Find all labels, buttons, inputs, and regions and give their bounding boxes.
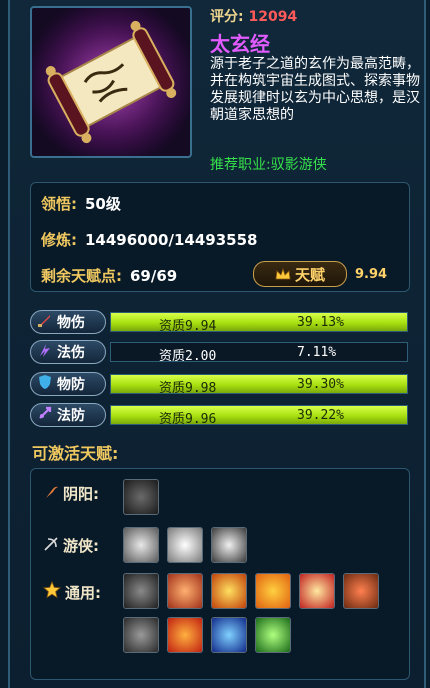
attribute-percent: 7.11% xyxy=(297,345,337,360)
bow-icon xyxy=(43,536,59,556)
attribute-bar-fill xyxy=(111,406,407,424)
score-value: 12094 xyxy=(248,9,298,25)
attribute-row: 法防 资质9.96 39.22% xyxy=(30,403,410,427)
sword-icon xyxy=(37,312,53,332)
skill-icon-general-3[interactable] xyxy=(211,573,247,609)
attribute-aptitude: 资质2.00 xyxy=(159,349,217,362)
category-yinyang-label: 阴阳: xyxy=(63,485,99,503)
talent-points-value: 69/69 xyxy=(130,267,178,285)
attribute-tag[interactable]: 物伤 xyxy=(30,310,106,334)
skill-icon-general-9[interactable] xyxy=(211,617,247,653)
magic-shield-icon xyxy=(37,405,53,425)
attribute-tag[interactable]: 法防 xyxy=(30,403,106,427)
magic-icon xyxy=(37,342,53,362)
attribute-bar: 资质9.98 39.30% xyxy=(110,374,408,394)
star-icon xyxy=(43,580,61,603)
item-score: 评分: 12094 xyxy=(210,6,297,26)
attribute-percent: 39.22% xyxy=(297,408,344,423)
comprehension-row: 领悟: 50级 xyxy=(41,193,121,214)
attribute-aptitude: 资质9.98 xyxy=(159,381,217,394)
skill-icon-ranger-1[interactable] xyxy=(123,527,159,563)
skill-icon-general-1[interactable] xyxy=(123,573,159,609)
skill-icon-general-10[interactable] xyxy=(255,617,291,653)
talent-button-label: 天赋 xyxy=(294,265,325,284)
stats-box: 领悟: 50级 修炼: 14496000/14493558 剩余天赋点: 69/69 … xyxy=(30,182,410,292)
comprehension-value: 50级 xyxy=(85,195,121,213)
cultivation-value: 14496000/14493558 xyxy=(85,231,258,249)
attribute-tag[interactable]: 法伤 xyxy=(30,340,106,364)
attribute-bar-fill xyxy=(111,313,407,331)
category-general: 通用: xyxy=(43,580,101,603)
activatable-talents-title: 可激活天赋: xyxy=(32,444,119,463)
skill-icon-general-6[interactable] xyxy=(343,573,379,609)
item-description: 源于老子之道的玄作为最高范畴，并在构筑宇宙生成图式、探索事物发展规律时以玄为中心… xyxy=(210,56,420,123)
comprehension-label: 领悟: xyxy=(41,195,77,213)
item-detail-panel: 评分: 12094 太玄经 源于老子之道的玄作为最高范畴，并在构筑宇宙生成图式、… xyxy=(8,0,426,688)
scroll-item-icon xyxy=(30,6,192,158)
attribute-percent: 39.13% xyxy=(297,315,344,330)
cultivation-label: 修炼: xyxy=(41,231,77,249)
talent-box: 阴阳: 游侠: 通用: xyxy=(30,468,410,680)
recommended-class: 推荐职业:驭影游侠 xyxy=(210,157,327,173)
attribute-bar-fill xyxy=(111,375,407,393)
category-yinyang: 阴阳: xyxy=(43,483,99,504)
category-ranger-label: 游侠: xyxy=(63,537,99,555)
attribute-bar: 资质2.00 7.11% xyxy=(110,342,408,362)
shield-icon xyxy=(37,374,53,394)
attribute-row: 法伤 资质2.00 7.11% xyxy=(30,340,410,364)
talent-score: 9.94 xyxy=(355,267,388,282)
attribute-bar: 资质9.96 39.22% xyxy=(110,405,408,425)
attribute-aptitude: 资质9.94 xyxy=(159,319,217,332)
attribute-label: 物防 xyxy=(57,377,85,393)
attribute-bar: 资质9.94 39.13% xyxy=(110,312,408,332)
attribute-aptitude: 资质9.96 xyxy=(159,412,217,425)
skill-icon-general-4[interactable] xyxy=(255,573,291,609)
skill-icon-yinyang-1[interactable] xyxy=(123,479,159,515)
score-label: 评分: xyxy=(210,9,244,25)
attribute-row: 物伤 资质9.94 39.13% xyxy=(30,310,410,334)
sickle-icon xyxy=(43,484,59,504)
attribute-label: 法伤 xyxy=(57,345,85,361)
talent-points-row: 剩余天赋点: 69/69 xyxy=(41,265,177,286)
category-general-label: 通用: xyxy=(65,583,101,602)
skill-icon-general-2[interactable] xyxy=(167,573,203,609)
item-name: 太玄经 xyxy=(210,32,270,56)
talent-button[interactable]: 天赋 xyxy=(253,261,347,287)
attribute-label: 物伤 xyxy=(57,315,85,331)
attribute-percent: 39.30% xyxy=(297,377,344,392)
cultivation-row: 修炼: 14496000/14493558 xyxy=(41,229,257,250)
talent-points-label: 剩余天赋点: xyxy=(41,267,122,285)
skill-icon-general-8[interactable] xyxy=(167,617,203,653)
skill-icon-ranger-2[interactable] xyxy=(167,527,203,563)
attribute-row: 物防 资质9.98 39.30% xyxy=(30,372,410,396)
category-ranger: 游侠: xyxy=(43,535,99,556)
attribute-tag[interactable]: 物防 xyxy=(30,372,106,396)
attribute-label: 法防 xyxy=(57,408,85,424)
skill-icon-general-7[interactable] xyxy=(123,617,159,653)
crown-icon xyxy=(275,265,291,284)
skill-icon-ranger-3[interactable] xyxy=(211,527,247,563)
skill-icon-general-5[interactable] xyxy=(299,573,335,609)
